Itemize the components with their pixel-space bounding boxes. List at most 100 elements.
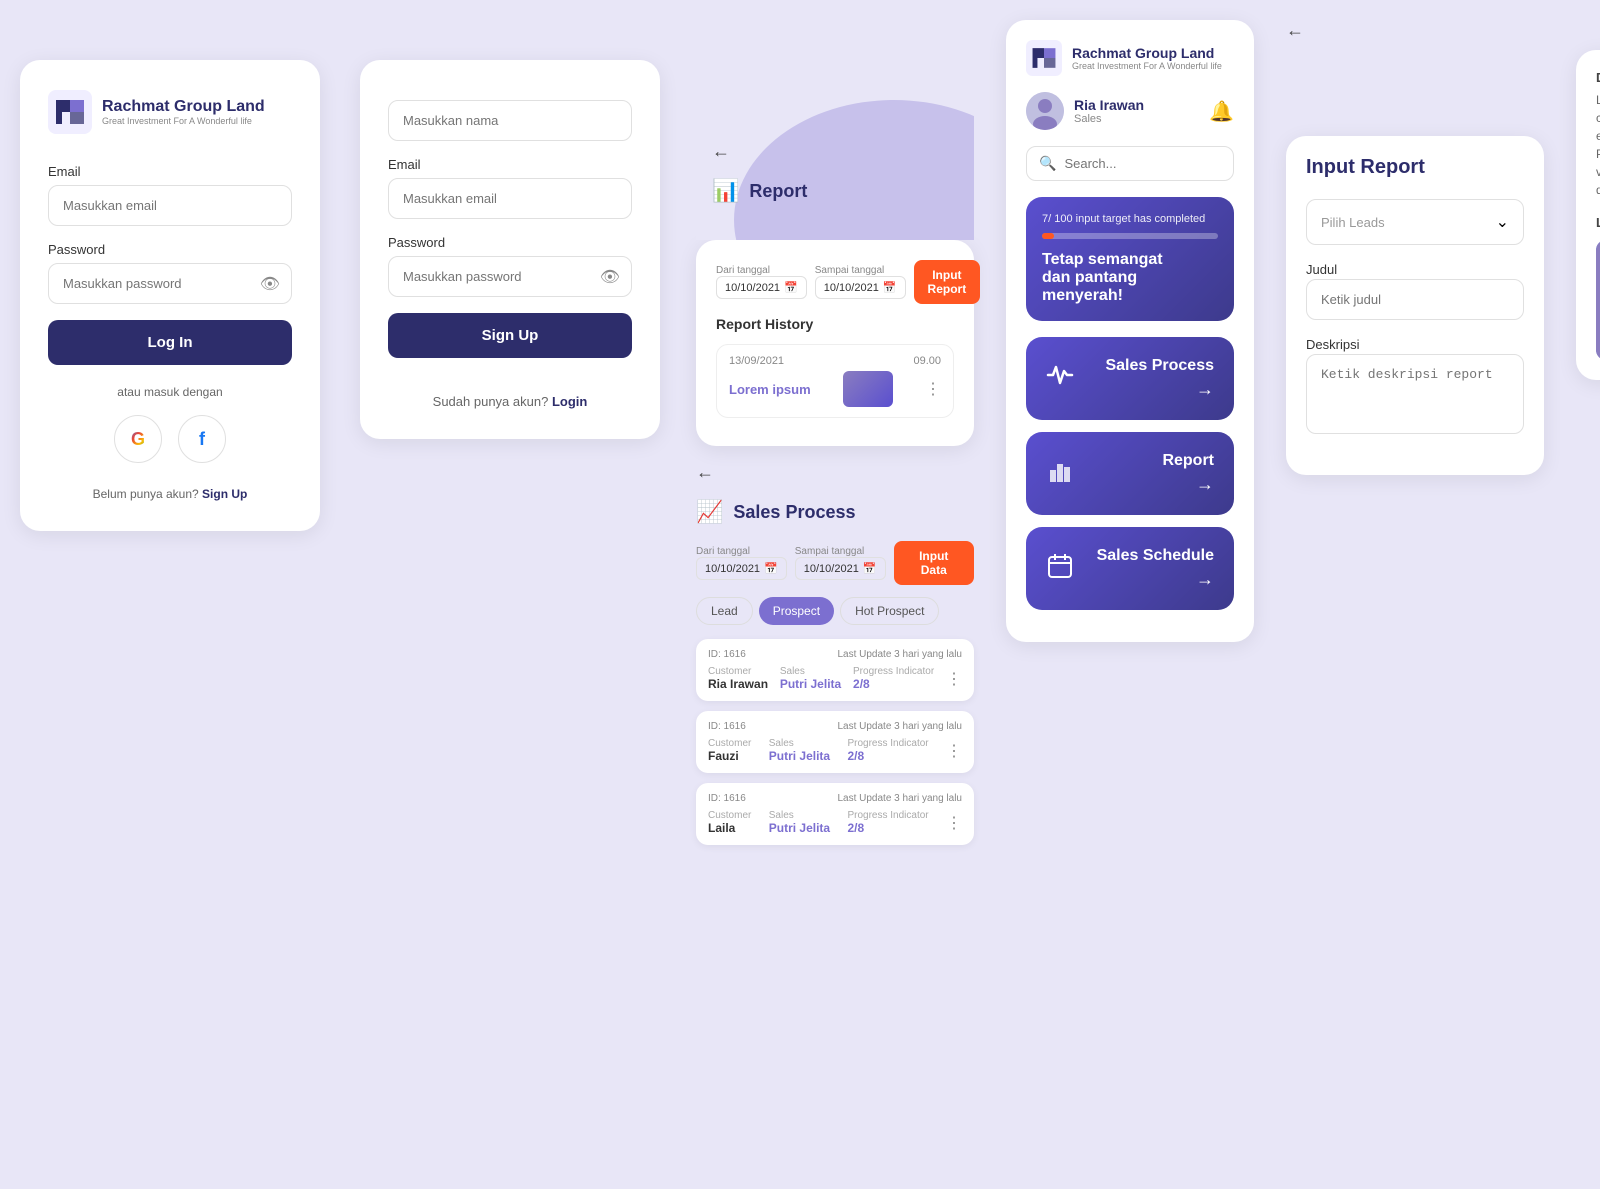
signup-password-wrapper: 👁 (388, 256, 632, 297)
report-history-item: 13/09/2021 09.00 Lorem ipsum ⋮ (716, 344, 954, 418)
sp-date-row: Dari tanggal 10/10/2021 📅 Sampai tanggal… (696, 541, 974, 585)
login-button[interactable]: Log In (48, 320, 292, 365)
login-card: Rachmat Group Land Great Investment For … (20, 60, 320, 531)
report-icon: 📊 (712, 178, 739, 204)
progress-bar-bg (1042, 233, 1218, 239)
password-wrapper: 👁 (48, 263, 292, 304)
input-report-screen: ← Input Report Pilih Leads ⌄ Judul Deskr… (1270, 0, 1560, 1189)
sales-process-menu[interactable]: Sales Process → (1026, 337, 1234, 420)
input-report-back[interactable]: ← (1286, 20, 1304, 41)
logo: Rachmat Group Land Great Investment For … (48, 90, 292, 134)
dashboard-screen: Rachmat Group Land Great Investment For … (990, 0, 1270, 1189)
report-screen: ← 📊 Report Dari tanggal 10/10/2021 📅 Sam… (680, 0, 990, 1189)
judul-input[interactable] (1306, 279, 1524, 320)
report-history-title: Report History (716, 316, 954, 332)
tab-lead[interactable]: Lead (696, 597, 753, 625)
calendar-icon-menu (1046, 551, 1074, 586)
progress-section: 7/ 100 input target has completed Tetap … (1026, 197, 1234, 321)
tab-hot-prospect[interactable]: Hot Prospect (840, 597, 939, 625)
login-link[interactable]: Login (552, 394, 587, 409)
report-thumbnail (843, 371, 893, 407)
user-avatar (1026, 92, 1064, 130)
search-bar[interactable]: 🔍 (1026, 146, 1234, 181)
pulse-icon (1046, 361, 1074, 396)
calendar-icon-2: 📅 (883, 281, 897, 294)
report-date-row: Dari tanggal 10/10/2021 📅 Sampai tanggal… (716, 260, 954, 304)
notification-bell[interactable]: 🔔 (1209, 99, 1234, 124)
sp-date-to[interactable]: 10/10/2021 📅 (795, 557, 886, 580)
user-row: Ria Irawan Sales 🔔 (1026, 92, 1234, 130)
tab-prospect[interactable]: Prospect (759, 597, 834, 625)
row-menu-0[interactable]: ⋮ (946, 669, 962, 689)
detail-card: Deskripsi Lorem ipsum dolor sit amet, co… (1576, 50, 1600, 380)
password-input[interactable] (48, 263, 292, 304)
progress-label: 7/ 100 input target has completed (1042, 213, 1218, 225)
back-button[interactable]: ← (712, 141, 730, 162)
search-input[interactable] (1064, 156, 1221, 171)
schedule-arrow-icon: → (1196, 569, 1214, 590)
signup-button[interactable]: Sign Up (388, 313, 632, 358)
deskripsi-detail-text: Lorem ipsum dolor sit amet, consectetur … (1596, 91, 1600, 199)
input-data-button[interactable]: Input Data (894, 541, 974, 585)
google-login-button[interactable]: G (114, 415, 162, 463)
login-link-text: Sudah punya akun? Login (388, 394, 632, 409)
row-menu-1[interactable]: ⋮ (946, 741, 962, 761)
signup-email-label: Email (388, 157, 632, 172)
name-input[interactable] (388, 100, 632, 141)
leads-dropdown[interactable]: Pilih Leads ⌄ (1306, 199, 1524, 245)
report-date-from[interactable]: 10/10/2021 📅 (716, 276, 807, 299)
judul-field-group: Judul (1306, 261, 1524, 320)
input-report-title: Input Report (1306, 156, 1524, 179)
alt-login-text: atau masuk dengan (48, 385, 292, 399)
report-top-area: ← 📊 Report (696, 20, 974, 240)
sales-tabs: Lead Prospect Hot Prospect (696, 597, 974, 625)
deskripsi-input[interactable] (1306, 354, 1524, 434)
email-label: Email (48, 164, 292, 179)
calendar-icon: 📅 (784, 281, 798, 294)
email-input[interactable] (48, 185, 292, 226)
facebook-icon: f (199, 429, 205, 450)
cal-icon-4: 📅 (863, 562, 877, 575)
table-row: ID: 1616 Last Update 3 hari yang lalu Cu… (696, 711, 974, 773)
sp-date-from[interactable]: 10/10/2021 📅 (696, 557, 787, 580)
login-screen: Rachmat Group Land Great Investment For … (0, 0, 340, 1189)
detail-screen: Deskripsi Lorem ipsum dolor sit amet, co… (1560, 0, 1600, 1189)
dashboard-logo-icon (1026, 40, 1062, 76)
search-icon: 🔍 (1039, 155, 1056, 172)
table-row: ID: 1616 Last Update 3 hari yang lalu Cu… (696, 783, 974, 845)
table-row: ID: 1616 Last Update 3 hari yang lalu Cu… (696, 639, 974, 701)
deskripsi-detail-label: Deskripsi (1596, 70, 1600, 85)
report-arrow-icon: → (1196, 474, 1214, 495)
eye-icon[interactable]: 👁 (260, 274, 280, 294)
avatar-image (1026, 92, 1064, 130)
report-date-to[interactable]: 10/10/2021 📅 (815, 276, 906, 299)
facebook-login-button[interactable]: f (178, 415, 226, 463)
company-tagline: Great Investment For A Wonderful life (102, 116, 265, 126)
password-label: Password (48, 242, 292, 257)
back-btn-2[interactable]: ← (696, 462, 714, 483)
bar-chart-icon (1046, 456, 1074, 491)
logo-icon (48, 90, 92, 134)
report-row-menu[interactable]: ⋮ (925, 379, 941, 399)
signup-email-input[interactable] (388, 178, 632, 219)
social-buttons: G f (48, 415, 292, 463)
lampiran-image (1596, 240, 1600, 360)
row-menu-2[interactable]: ⋮ (946, 813, 962, 833)
chevron-down-icon: ⌄ (1496, 212, 1509, 232)
cal-icon-3: 📅 (764, 562, 778, 575)
deskripsi-field-group: Deskripsi (1306, 336, 1524, 439)
sales-process-title: 📈 Sales Process (696, 499, 974, 525)
signup-password-input[interactable] (388, 256, 632, 297)
signup-screen: Email Password 👁 Sign Up Sudah punya aku… (340, 0, 680, 1189)
report-menu[interactable]: Report → (1026, 432, 1234, 515)
input-report-button[interactable]: Input Report (914, 260, 981, 304)
schedule-menu[interactable]: Sales Schedule → (1026, 527, 1234, 610)
report-title: 📊 Report (712, 178, 807, 204)
report-main-card: Dari tanggal 10/10/2021 📅 Sampai tanggal… (696, 240, 974, 446)
company-name: Rachmat Group Land (102, 98, 265, 116)
signup-link[interactable]: Sign Up (202, 487, 247, 501)
dashboard-logo: Rachmat Group Land Great Investment For … (1026, 40, 1234, 76)
dashboard-card: Rachmat Group Land Great Investment For … (1006, 20, 1254, 642)
signup-eye-icon[interactable]: 👁 (600, 267, 620, 287)
sales-arrow-icon: → (1196, 379, 1214, 400)
